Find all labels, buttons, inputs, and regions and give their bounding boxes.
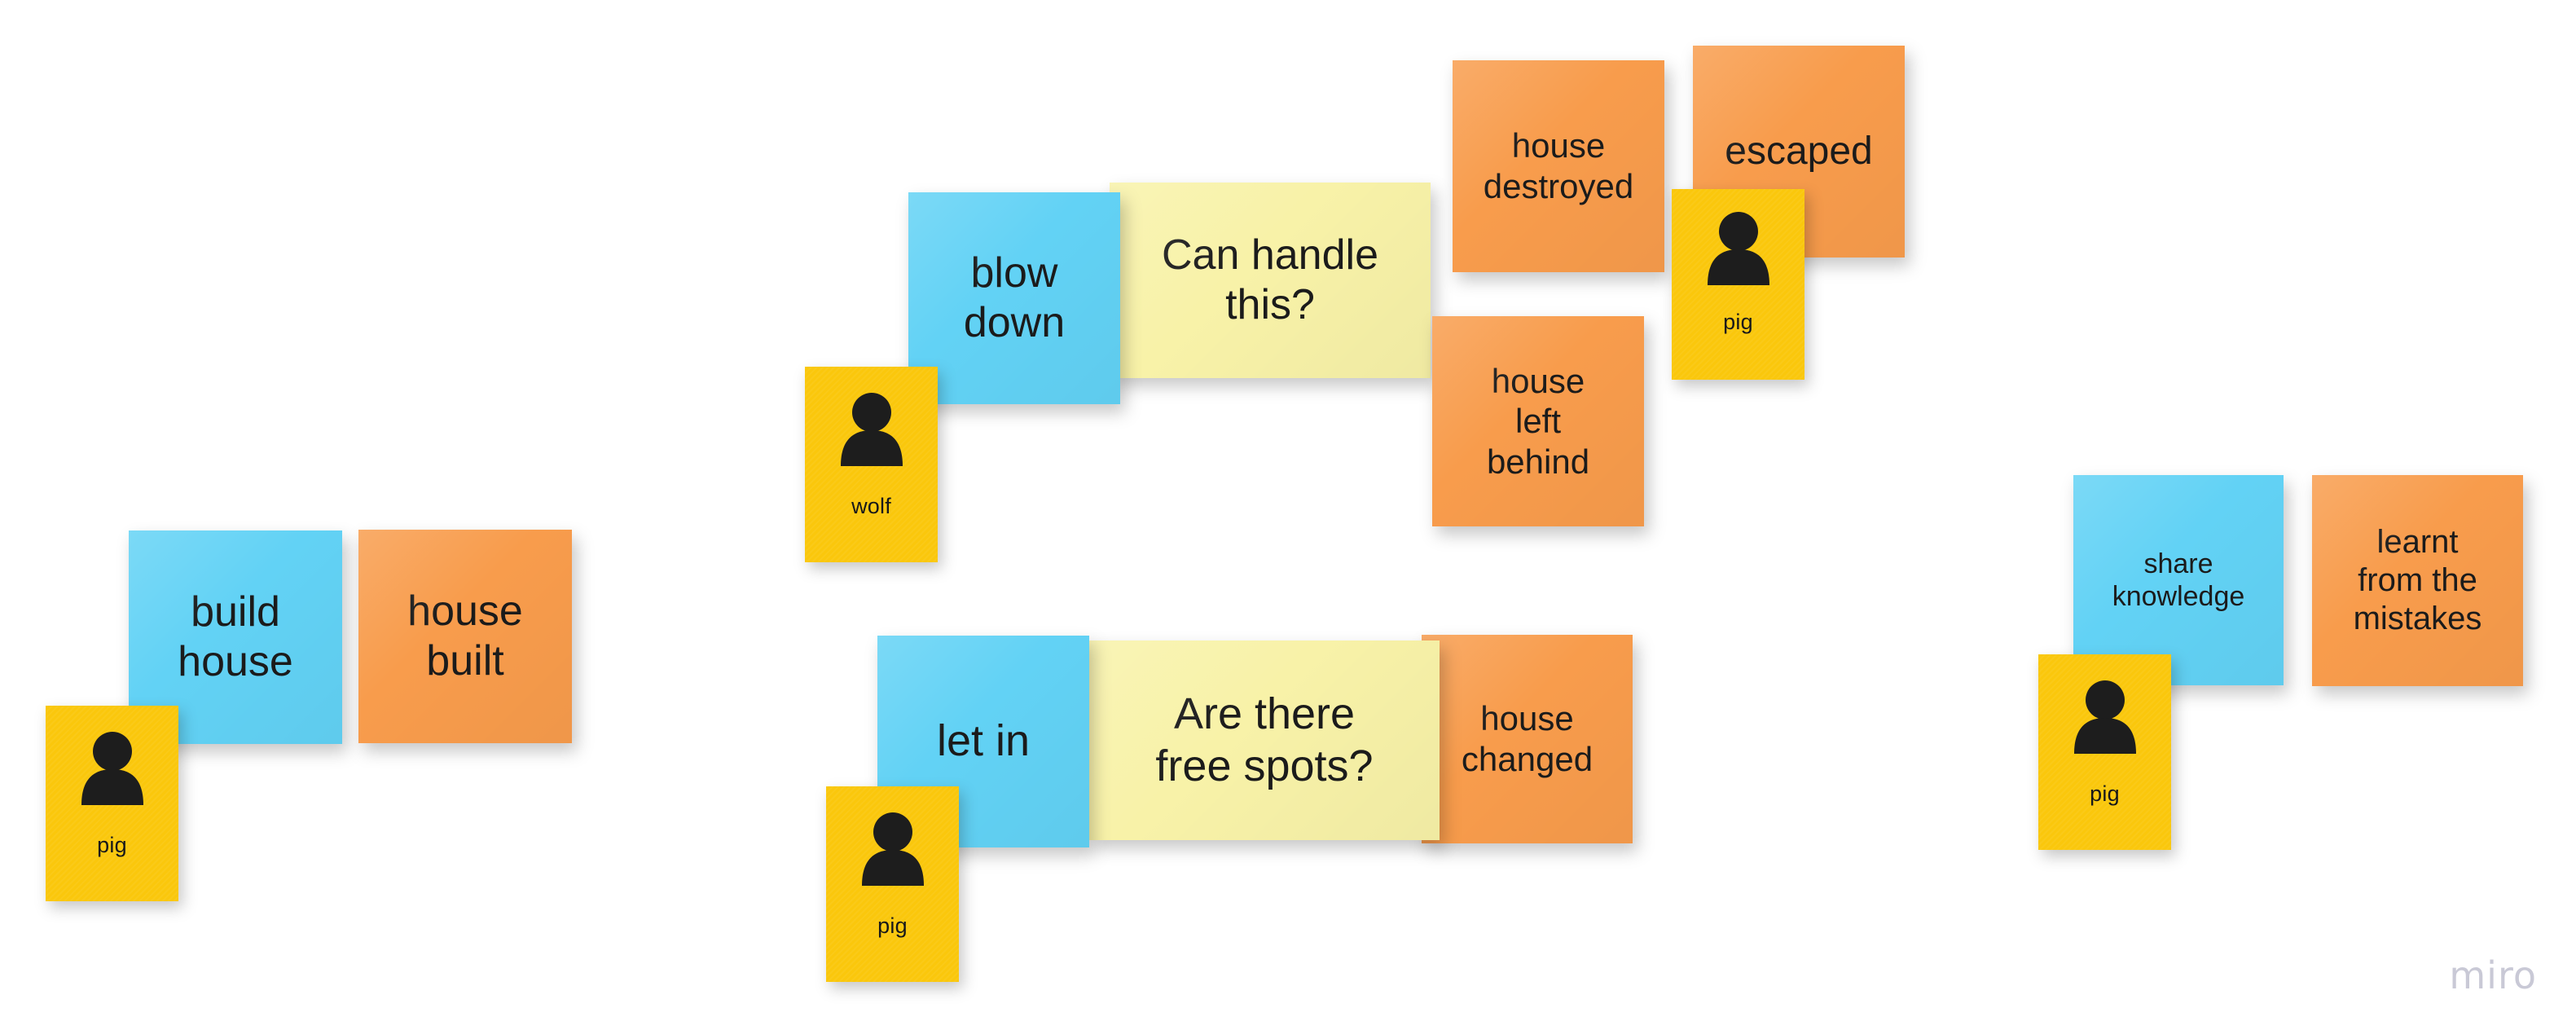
sticky-note-text: Can handle this? <box>1162 231 1378 328</box>
sticky-note-house-changed[interactable]: house changed <box>1422 635 1633 843</box>
sticky-note-text: learnt from the mistakes <box>2353 523 2482 637</box>
sticky-note-text: house changed <box>1461 699 1594 778</box>
sticky-note-text: escaped <box>1725 129 1873 173</box>
sticky-note-house-destroyed[interactable]: house destroyed <box>1453 60 1664 272</box>
sticky-note-can-handle-this[interactable]: Can handle this? <box>1110 183 1431 378</box>
sticky-note-text: house left behind <box>1486 361 1590 481</box>
actor-card-wolf[interactable]: wolf <box>805 367 938 562</box>
sticky-note-text: Are there free spots? <box>1155 689 1374 790</box>
sticky-note-text: house built <box>407 587 523 684</box>
person-avatar-icon <box>858 811 928 886</box>
actor-card-pig[interactable]: pig <box>46 706 178 901</box>
actor-name: pig <box>877 913 908 938</box>
sticky-note-text: share knowledge <box>2112 548 2245 612</box>
sticky-note-board: build house house built pig escaped hous… <box>0 0 2576 1030</box>
sticky-note-learnt-from-the-mistakes[interactable]: learnt from the mistakes <box>2312 475 2523 686</box>
sticky-note-text: build house <box>178 588 293 685</box>
actor-card-pig-share[interactable]: pig <box>2038 654 2171 850</box>
actor-name: wolf <box>851 494 891 518</box>
sticky-note-text: house destroyed <box>1483 126 1634 205</box>
person-avatar-icon <box>77 730 147 805</box>
person-avatar-icon <box>1703 210 1774 285</box>
actor-name: pig <box>1723 310 1753 334</box>
actor-name: pig <box>97 833 127 857</box>
actor-card-pig-let-in[interactable]: pig <box>826 786 959 982</box>
sticky-note-text: blow down <box>963 249 1066 346</box>
person-avatar-icon <box>2070 679 2140 754</box>
sticky-note-house-built[interactable]: house built <box>358 530 572 743</box>
sticky-note-house-left-behind[interactable]: house left behind <box>1432 316 1644 526</box>
person-avatar-icon <box>837 391 907 466</box>
sticky-note-are-there-free-spots[interactable]: Are there free spots? <box>1089 640 1440 840</box>
sticky-note-text: let in <box>936 716 1031 766</box>
actor-name: pig <box>2090 781 2120 806</box>
miro-watermark: miro <box>2449 953 2537 997</box>
actor-card-pig-escaped[interactable]: pig <box>1672 189 1805 380</box>
sticky-note-blow-down[interactable]: blow down <box>908 192 1120 404</box>
